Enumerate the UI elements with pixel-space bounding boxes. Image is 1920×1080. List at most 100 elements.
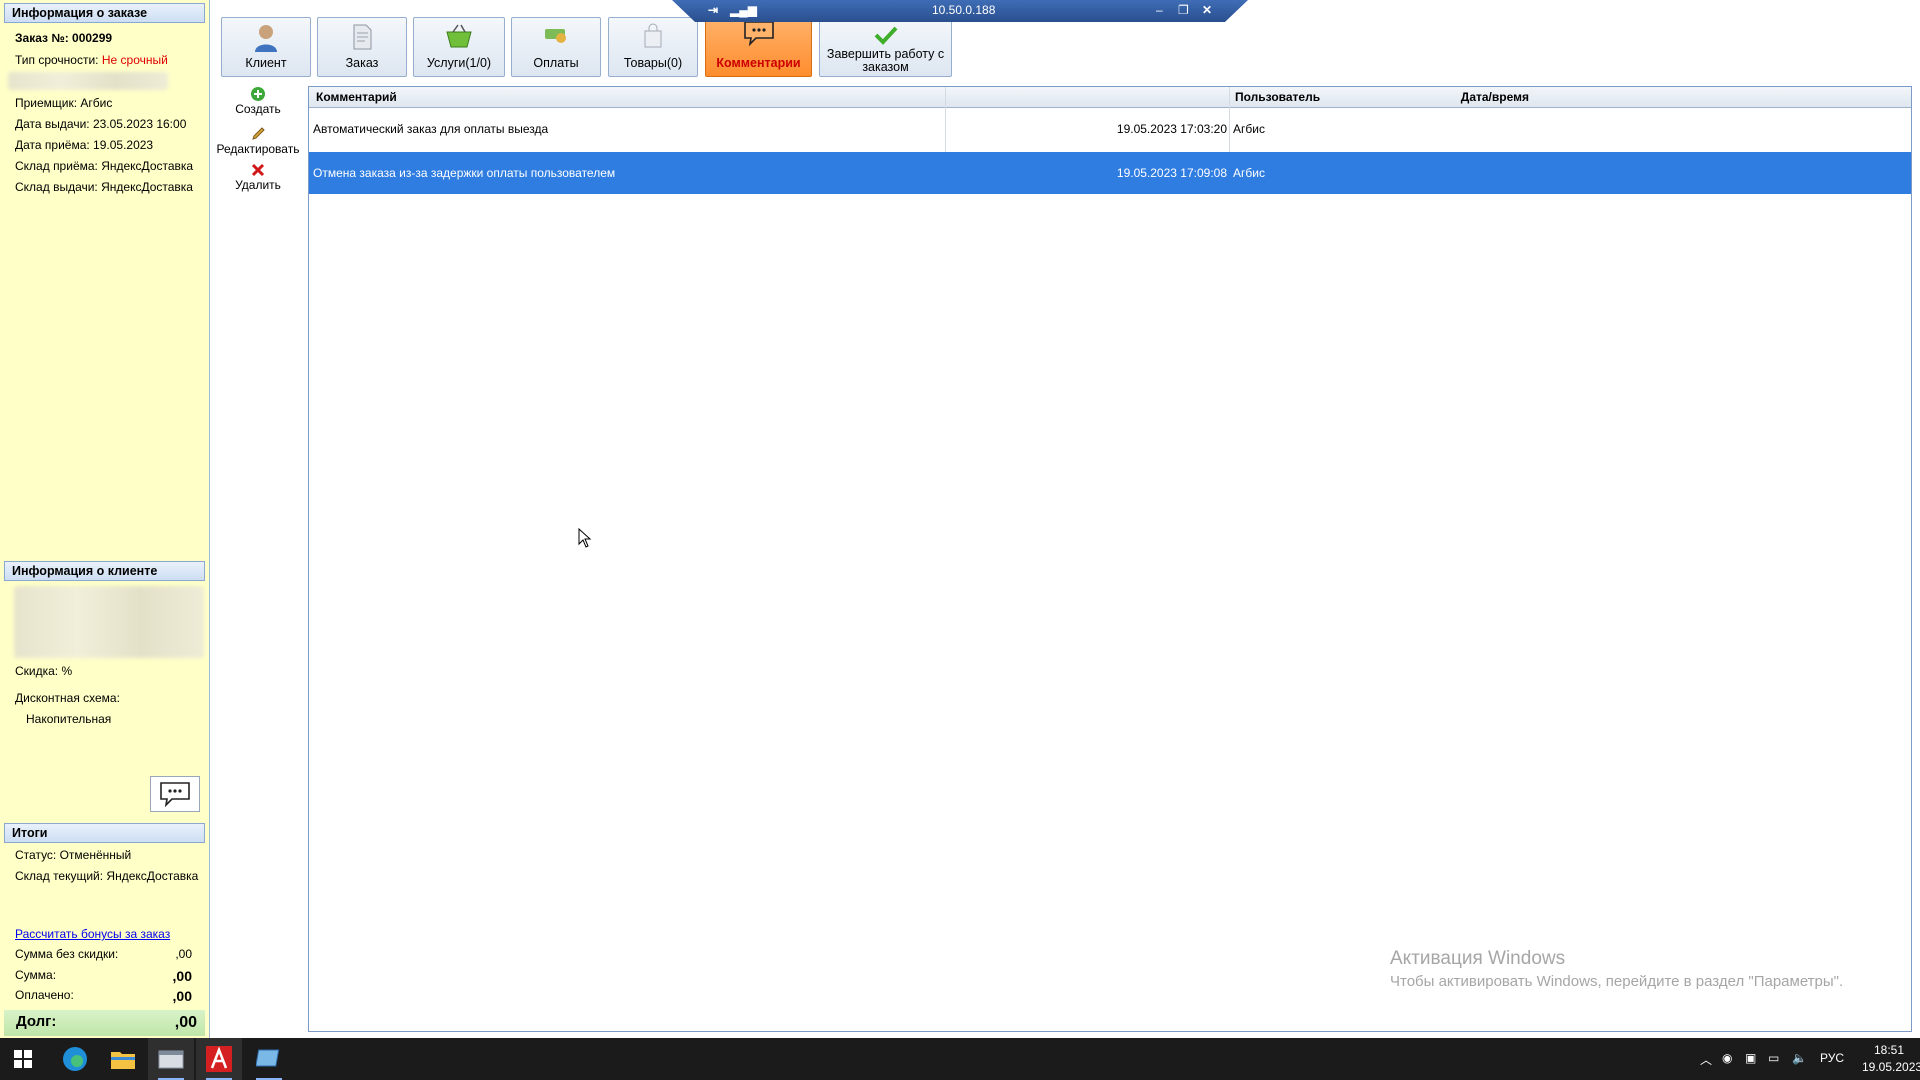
network-icon[interactable]: ▭ [1768,1051,1779,1065]
urgency-label: Тип срочности: [15,53,99,67]
start-icon [14,1050,32,1068]
finish-order-line2: заказом [862,60,909,74]
signal-icon: ▂▄▆ [730,3,757,17]
tab-client[interactable]: Клиент [221,17,311,77]
row-datetime: 19.05.2023 17:03:20 [1116,122,1227,136]
pencil-icon [252,127,265,140]
delete-button[interactable]: Удалить [210,162,306,192]
paid-row: Оплачено: ,00 [15,988,200,1004]
taskbar-remote-app[interactable] [246,1038,292,1080]
agbis-icon [206,1046,232,1072]
grid-header: Комментарий Дата/время Пользователь [309,87,1911,108]
delete-label: Удалить [235,178,281,192]
remote-app-icon [256,1049,280,1067]
taskbar-clock[interactable]: 18:51 19.05.2023 [1862,1042,1920,1076]
blurred-client-details [14,586,204,658]
row-comment: Автоматический заказ для оплаты выезда [313,122,549,136]
table-row[interactable]: Отмена заказа из-за задержки оплаты поль… [309,152,1911,194]
table-row[interactable]: Автоматический заказ для оплаты выезда 1… [309,108,1911,152]
tab-order[interactable]: Заказ [317,17,407,77]
client-info-header: Информация о клиенте [4,561,205,581]
accept-date: Дата приёма: 19.05.2023 [15,138,154,152]
sum-no-discount-value: ,00 [175,947,192,961]
pin-icon[interactable]: ⇥ [708,3,718,17]
taskbar-app-window[interactable] [148,1038,194,1080]
tab-services-label: Услуги(1/0) [426,56,492,70]
col-datetime-header[interactable]: Дата/время [1309,87,1529,107]
sum-label: Сумма: [15,968,57,982]
col-comment-header[interactable]: Комментарий [316,87,397,107]
tab-payments[interactable]: Оплаты [511,17,601,77]
order-status: Статус: Отменённый [15,848,132,862]
remote-session-bar[interactable]: ⇥ ▂▄▆ 10.50.0.188 – ❐ ✕ [672,0,1248,22]
comments-grid: Комментарий Дата/время Пользователь Авто… [308,86,1912,1032]
taskbar-agbis[interactable] [196,1038,242,1080]
minimize-icon[interactable]: – [1156,3,1163,17]
order-number: Заказ №: 000299 [15,31,113,45]
tab-comments-label: Комментарии [716,56,801,70]
row-datetime: 19.05.2023 17:09:08 [1116,166,1227,180]
file-explorer-icon [111,1052,135,1069]
finish-order-line1: Завершить работу с [826,47,945,61]
clock-time: 18:51 [1873,1043,1905,1057]
taskbar-edge[interactable] [52,1038,98,1080]
mouse-cursor-icon [578,528,592,548]
debt-value: ,00 [174,1014,197,1031]
row-user: Агбис [1233,122,1265,136]
speech-bubble-icon [743,21,774,47]
current-warehouse: Склад текущий: ЯндексДоставка [15,869,199,883]
delete-x-icon [251,163,265,177]
tab-services[interactable]: Услуги(1/0) [413,17,505,77]
sum-value: ,00 [172,968,192,984]
tab-payments-label: Оплаты [533,56,579,70]
tab-goods-label: Товары(0) [623,56,683,70]
calculate-bonuses-link[interactable]: Рассчитать бонусы за заказ [15,927,170,941]
edit-button[interactable]: Редактировать [210,126,306,156]
activation-watermark-subtitle: Чтобы активировать Windows, перейдите в … [1390,973,1844,990]
order-info-panel: Информация о заказе Заказ №: 000299 Тип … [0,0,210,1038]
totals-header: Итоги [4,823,205,843]
close-icon[interactable]: ✕ [1202,3,1212,17]
activation-watermark-title: Активация Windows [1390,948,1566,969]
plus-circle-icon [251,87,265,101]
warehouse-accept: Склад приёма: ЯндексДоставка [15,159,194,173]
document-icon [353,24,372,50]
col-user-header[interactable]: Пользователь [1235,87,1320,107]
finish-order-label: Завершить работу с заказом [820,48,951,74]
tab-order-label: Заказ [345,56,379,70]
row-comment: Отмена заказа из-за задержки оплаты поль… [313,166,616,180]
language-indicator[interactable]: РУС [1820,1051,1844,1065]
sum-row: Сумма: ,00 [15,968,200,984]
tray-expand-icon[interactable]: ︿ [1700,1051,1712,1068]
create-label: Создать [235,102,281,116]
checkmark-icon [874,26,897,45]
remote-address: 10.50.0.188 [932,3,996,17]
row-user: Агбис [1233,166,1265,180]
create-button[interactable]: Создать [210,86,306,116]
sum-no-discount-label: Сумма без скидки: [15,947,119,961]
tab-goods[interactable]: Товары(0) [608,17,698,77]
debt-label: Долг: [16,1013,57,1030]
tray-camera-icon[interactable]: ▣ [1745,1051,1756,1065]
tab-client-label: Клиент [245,56,287,70]
urgency-value: Не срочный [101,53,168,67]
volume-muted-icon[interactable]: 🔈 [1792,1051,1807,1065]
taskbar: ︿ ◉ ▣ ▭ 🔈 РУС 18:51 19.05.2023 [0,1038,1920,1080]
speech-bubble-icon [160,782,190,807]
person-icon [255,25,277,52]
finish-order-button[interactable]: Завершить работу с заказом [819,17,952,77]
edge-icon [63,1047,87,1071]
start-button[interactable] [0,1038,46,1080]
tray-app-icon[interactable]: ◉ [1722,1051,1732,1065]
restore-icon[interactable]: ❐ [1178,3,1189,17]
sum-no-discount-row: Сумма без скидки: ,00 [15,947,200,961]
taskbar-explorer[interactable] [100,1038,146,1080]
comment-actions: Создать Редактировать Удалить [210,82,306,1038]
edit-label: Редактировать [216,142,300,156]
client-discount: Скидка: % [15,664,73,678]
client-comment-button[interactable] [150,776,200,812]
issue-date: Дата выдачи: 23.05.2023 16:00 [15,117,187,131]
shopping-bag-icon [644,23,662,48]
debt-row: Долг: ,00 [4,1010,205,1036]
tab-comments[interactable]: Комментарии [705,17,812,77]
